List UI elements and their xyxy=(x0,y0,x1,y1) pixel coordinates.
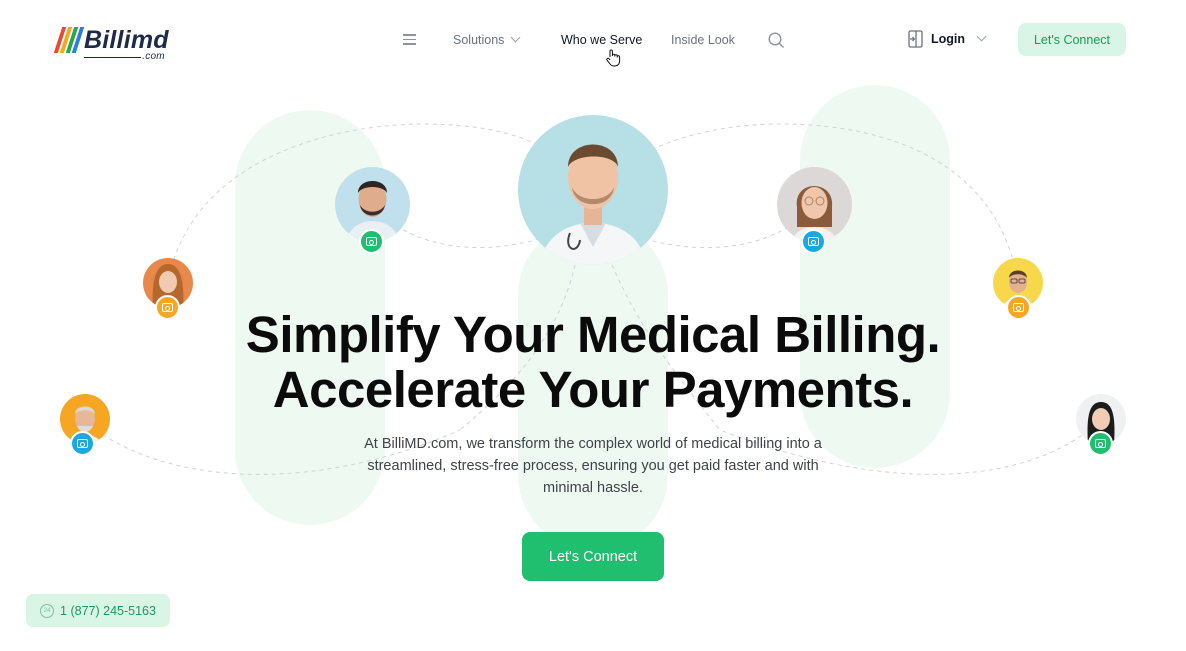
camera-badge-icon xyxy=(801,229,826,254)
hero-subtext: At BilliMD.com, we transform the complex… xyxy=(364,436,822,496)
hamburger-icon[interactable] xyxy=(403,34,416,45)
hero-headline-line1: Simplify Your Medical Billing. xyxy=(245,306,941,363)
logo-name: Billimd xyxy=(84,25,169,54)
logo-bars-icon xyxy=(53,27,85,53)
avatar-doctor-main xyxy=(518,115,668,265)
login-label: Login xyxy=(931,32,966,46)
phone-number: 1 (877) 245-5163 xyxy=(60,603,156,618)
camera-badge-icon xyxy=(359,229,384,254)
logo-wordmark: Billimd .com xyxy=(84,25,169,61)
hand-cursor-icon xyxy=(606,49,621,67)
nav-solutions[interactable]: Solutions xyxy=(453,32,521,48)
logo-underline xyxy=(84,56,141,58)
chevron-down-icon xyxy=(976,31,987,41)
phone-contact-button[interactable]: 24 1 (877) 245-5163 xyxy=(26,594,170,627)
24-hour-phone-icon: 24 xyxy=(40,603,55,618)
logo-suffix: .com xyxy=(142,50,165,62)
login-button[interactable]: Login xyxy=(907,30,987,48)
brand-logo[interactable]: Billimd .com xyxy=(53,22,169,61)
login-door-icon xyxy=(908,30,923,48)
camera-badge-icon xyxy=(70,431,95,456)
camera-badge-icon xyxy=(1088,431,1113,456)
nav-solutions-label: Solutions xyxy=(453,33,505,47)
hero-headline-line2: Accelerate Your Payments. xyxy=(272,361,914,418)
lets-connect-header-button[interactable]: Let's Connect xyxy=(1018,23,1126,56)
search-icon[interactable] xyxy=(768,32,785,49)
chevron-down-icon xyxy=(510,32,521,43)
lets-connect-hero-button[interactable]: Let's Connect xyxy=(522,532,664,581)
nav-inside-look[interactable]: Inside Look xyxy=(671,32,735,48)
nav-who-we-serve[interactable]: Who we Serve xyxy=(561,32,642,48)
